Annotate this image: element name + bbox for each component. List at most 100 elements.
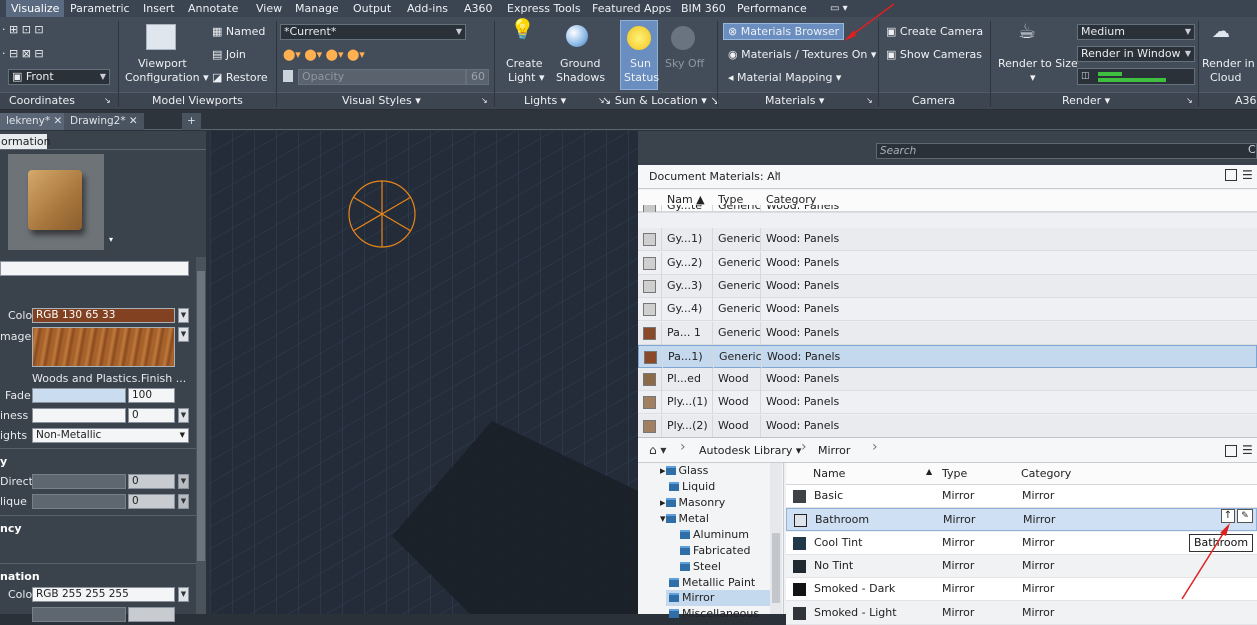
- tree-item-aluminum[interactable]: Aluminum: [680, 527, 749, 543]
- create-camera-button[interactable]: ▣ Create Camera: [886, 25, 983, 38]
- restore-viewports-button[interactable]: ◪ Restore: [212, 71, 268, 84]
- ground-shadows-label2[interactable]: Shadows: [556, 71, 605, 84]
- lib-col-name[interactable]: Name: [813, 467, 845, 480]
- fade-value[interactable]: 100: [128, 388, 175, 403]
- opacity-value[interactable]: 60: [466, 69, 489, 85]
- reflectivity-section[interactable]: y: [0, 455, 7, 468]
- viewport-config-icon[interactable]: [146, 24, 176, 50]
- materials-textures-button[interactable]: ◉ Materials / Textures On ▾: [728, 48, 876, 61]
- tab-insert[interactable]: Insert: [143, 0, 175, 17]
- doc-material-row[interactable]: Gy...3) Generic Wood: Panels: [638, 274, 1257, 298]
- material-preview[interactable]: [8, 154, 104, 250]
- new-tab-button[interactable]: +: [182, 113, 201, 130]
- viewport-config-label2[interactable]: Configuration ▾: [125, 71, 209, 84]
- oblique-slider[interactable]: [32, 494, 126, 509]
- show-cameras-button[interactable]: ▣ Show Cameras: [886, 48, 982, 61]
- direct-slider[interactable]: [32, 474, 126, 489]
- lum-color-dropdown[interactable]: ▼: [178, 587, 189, 602]
- filter-value[interactable]: [128, 607, 175, 622]
- doc-material-row[interactable]: Ply...(1) Wood Wood: Panels: [638, 391, 1257, 415]
- tree-item-fabricated[interactable]: Fabricated: [680, 543, 750, 559]
- edit-material-icon[interactable]: ✎: [1237, 509, 1253, 523]
- oblique-dropdown[interactable]: ▼: [178, 494, 189, 509]
- list-view-icon[interactable]: ☰: [1242, 168, 1253, 182]
- search-icon[interactable]: C: [1248, 143, 1256, 156]
- ground-shadows-icon[interactable]: [566, 25, 588, 47]
- direct-dropdown[interactable]: ▼: [178, 474, 189, 489]
- view-toggle-icon[interactable]: [1225, 445, 1237, 457]
- panel-lights[interactable]: Lights ▾: [524, 93, 566, 109]
- panel-expand-icon[interactable]: ↘: [1186, 93, 1193, 109]
- named-viewports-button[interactable]: ▦ Named: [212, 25, 265, 38]
- doc-material-row[interactable]: Gy...1) Generic Wood: Panels: [638, 228, 1257, 252]
- viewport-config-label[interactable]: Viewport: [138, 57, 187, 70]
- doc-tab-active[interactable]: lekreny* ✕: [0, 113, 69, 130]
- preview-menu-arrow[interactable]: ▾: [109, 235, 113, 244]
- glossiness-slider[interactable]: [32, 408, 126, 423]
- doc-materials-filter[interactable]: Document Materials: All: [649, 170, 781, 183]
- tree-scrollbar-thumb[interactable]: [772, 533, 780, 603]
- render-to-size-arrow[interactable]: ▾: [1030, 71, 1036, 84]
- direct-value[interactable]: 0: [128, 474, 175, 489]
- drawing-viewport[interactable]: [210, 131, 638, 614]
- sky-off-button[interactable]: Sky Off: [665, 57, 704, 70]
- tree-item-steel[interactable]: Steel: [680, 559, 721, 575]
- tree-scrollbar[interactable]: [770, 463, 782, 614]
- color-dropdown[interactable]: ▼: [178, 308, 189, 323]
- ucs-icons-row2[interactable]: · ⊟ ⊠ ⊟: [2, 47, 44, 60]
- render-cloud-label2[interactable]: Cloud: [1210, 71, 1241, 84]
- panel-materials[interactable]: Materials ▾: [765, 93, 824, 109]
- scrollbar-thumb[interactable]: [197, 271, 205, 561]
- tree-item-metal[interactable]: ▾ Metal: [660, 511, 709, 527]
- create-light-label2[interactable]: Light ▾: [508, 71, 544, 84]
- panel-render[interactable]: Render ▾: [1062, 93, 1110, 109]
- create-light-icon[interactable]: 💡: [510, 19, 535, 39]
- tab-annotate[interactable]: Annotate: [188, 0, 238, 17]
- doc-material-row[interactable]: Gy...te Generic Wood: Panels: [638, 205, 1257, 213]
- panel-sun-location[interactable]: ↘ Sun & Location ▾ ↘: [602, 93, 719, 109]
- information-tab[interactable]: ormation: [0, 134, 51, 150]
- tab-featured-apps[interactable]: Featured Apps: [592, 0, 671, 17]
- doc-material-row[interactable]: Pa...1) Generic Wood: Panels: [638, 344, 1257, 369]
- breadcrumb-library[interactable]: Autodesk Library ▾: [699, 444, 801, 457]
- material-name-field[interactable]: [0, 261, 189, 276]
- library-material-row[interactable]: Basic Mirror Mirror: [786, 485, 1257, 508]
- color-swatch-field[interactable]: RGB 130 65 33: [32, 308, 175, 323]
- visual-style-combo[interactable]: *Current* ▼: [280, 24, 466, 40]
- tab-parametric[interactable]: Parametric: [70, 0, 130, 17]
- tab-performance[interactable]: Performance: [737, 0, 807, 17]
- lum-color-field[interactable]: RGB 255 255 255: [32, 587, 175, 602]
- tree-item-miscellaneous[interactable]: Miscellaneous: [669, 606, 759, 622]
- ucs-icons-row1[interactable]: · ⊞ ⊡ ⊡: [2, 23, 44, 36]
- panel-expand-icon[interactable]: ↘: [104, 93, 111, 109]
- join-viewports-button[interactable]: ▤ Join: [212, 48, 246, 61]
- tree-item-liquid[interactable]: Liquid: [669, 479, 715, 495]
- render-to-size-button[interactable]: Render to Size: [998, 57, 1078, 70]
- tab-express-tools[interactable]: Express Tools: [507, 0, 581, 17]
- view-toggle-icon[interactable]: [1225, 169, 1237, 181]
- doc-material-row[interactable]: Pl...ed Wood Wood: Panels: [638, 368, 1257, 392]
- home-icon[interactable]: ⌂ ▾: [649, 443, 666, 457]
- tab-bim-360[interactable]: BIM 360: [681, 0, 726, 17]
- add-to-document-icon[interactable]: ↑: [1221, 509, 1235, 523]
- doc-material-row[interactable]: Ply...(2) Wood Wood: Panels: [638, 414, 1257, 438]
- highlights-select[interactable]: Non-Metallic ▼: [32, 428, 189, 443]
- wood-texture-thumbnail[interactable]: [32, 327, 175, 367]
- render-cloud-icon[interactable]: ☁: [1212, 23, 1230, 41]
- render-cloud-label[interactable]: Render in: [1202, 57, 1255, 70]
- teapot-icon[interactable]: ☕: [1018, 21, 1036, 41]
- create-light-label[interactable]: Create: [506, 57, 543, 70]
- panel-expand-icon[interactable]: ↘: [481, 93, 488, 109]
- search-input[interactable]: Search: [876, 143, 1257, 159]
- doc-material-row[interactable]: Pa... 1 Generic Wood: Panels: [638, 321, 1257, 345]
- lib-col-type[interactable]: Type: [942, 467, 967, 480]
- render-quality-combo[interactable]: Medium ▼: [1077, 24, 1195, 40]
- image-dropdown[interactable]: ▼: [178, 327, 189, 342]
- oblique-value[interactable]: 0: [128, 494, 175, 509]
- materials-browser-button[interactable]: ⊗ Materials Browser: [723, 23, 845, 40]
- lib-col-category[interactable]: Category: [1021, 467, 1071, 480]
- transparency-section[interactable]: ncy: [0, 522, 22, 535]
- tab-output[interactable]: Output: [353, 0, 391, 17]
- fade-slider[interactable]: [32, 388, 126, 403]
- doc-material-row[interactable]: Gy...4) Generic Wood: Panels: [638, 298, 1257, 322]
